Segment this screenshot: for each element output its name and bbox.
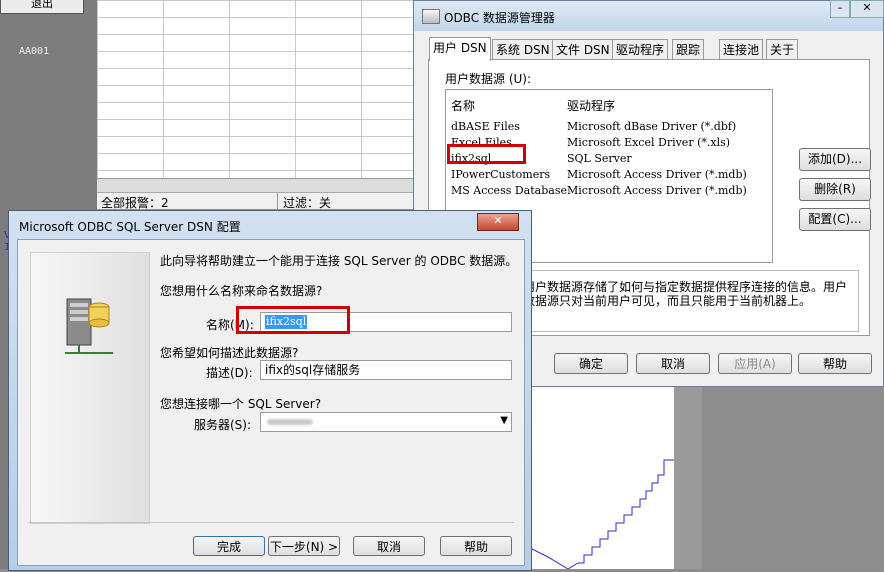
tab-about[interactable]: 关于 xyxy=(766,39,799,60)
help-button[interactable]: 帮助 xyxy=(798,353,872,374)
minimize-button[interactable]: – xyxy=(830,0,850,18)
dsn-driver: Microsoft Access Driver (*.mdb) xyxy=(567,168,747,181)
add-button[interactable]: 添加(D)... xyxy=(799,148,871,171)
tab-connection-pooling[interactable]: 连接池 xyxy=(719,39,764,60)
question-name: 您想用什么名称来命名数据源? xyxy=(160,284,323,298)
next-button[interactable]: 下一步(N) > xyxy=(268,536,340,556)
tab-system-dsn[interactable]: 系统 DSN xyxy=(492,39,554,60)
status-separator xyxy=(277,193,278,209)
trend-line-svg xyxy=(527,459,674,570)
ok-button[interactable]: 确定 xyxy=(554,353,628,374)
exit-button[interactable]: 退出 xyxy=(0,0,84,14)
info-text: 用户数据源存储了如何与指定数据提供程序连接的信息。用户数据源只对当前用户可见，而… xyxy=(523,280,848,308)
trend-line xyxy=(527,459,674,570)
button-separator xyxy=(28,522,514,523)
cancel-button[interactable]: 取消 xyxy=(636,353,710,374)
alarm-grid xyxy=(97,0,415,180)
dsn-driver: Microsoft Access Driver (*.mdb) xyxy=(567,184,747,197)
tab-user-dsn[interactable]: 用户 DSN xyxy=(429,37,491,61)
dsn-driver: Microsoft dBase Driver (*.dbf) xyxy=(567,120,737,133)
status-filter: 过滤：关 xyxy=(283,196,332,210)
alarm-grid-scrollbar[interactable] xyxy=(97,178,415,193)
tab-drivers[interactable]: 驱动程序 xyxy=(612,39,669,60)
database-server-icon xyxy=(65,298,113,354)
dsn-driver: Microsoft Excel Driver (*.xls) xyxy=(567,136,731,149)
dsn-name: dBASE Files xyxy=(451,120,520,133)
close-button[interactable]: ✕ xyxy=(477,213,519,231)
highlight-box-name xyxy=(236,306,350,334)
close-button[interactable]: ✕ xyxy=(850,0,884,18)
user-dsn-label: 用户数据源 (U): xyxy=(445,72,532,86)
sql-dialog-title: Microsoft ODBC SQL Server DSN 配置 xyxy=(19,220,241,234)
trend-chart xyxy=(527,385,674,570)
description-field-value: ifix的sql存储服务 xyxy=(265,363,361,377)
dsn-driver: SQL Server xyxy=(567,152,632,165)
apply-button[interactable]: 应用(A) xyxy=(718,353,792,374)
remove-button[interactable]: 删除(R) xyxy=(799,178,871,201)
odbc-app-icon xyxy=(422,9,440,24)
sql-dsn-dialog: Microsoft ODBC SQL Server DSN 配置 ✕ 此向导将帮… xyxy=(8,210,532,571)
dsn-name: IPowerCustomers xyxy=(451,168,551,181)
column-header-name[interactable]: 名称 xyxy=(451,97,475,114)
odbc-title: ODBC 数据源管理器 xyxy=(444,11,555,25)
finish-button[interactable]: 完成 xyxy=(193,536,265,556)
status-total-alarms: 全部报警：2 xyxy=(101,196,169,210)
sql-dialog-body: 此向导将帮助建立一个能用于连接 SQL Server 的 ODBC 数据源。 您… xyxy=(17,239,525,566)
description-field[interactable]: ifix的sql存储服务 xyxy=(260,360,512,380)
tab-tracing[interactable]: 跟踪 xyxy=(672,39,705,60)
chevron-down-icon[interactable]: ▼ xyxy=(500,415,508,426)
tab-file-dsn[interactable]: 文件 DSN xyxy=(552,39,614,60)
tag-label: AA001 xyxy=(19,46,50,57)
highlight-box-ifix2sql xyxy=(447,144,526,164)
question-description: 您希望如何描述此数据源? xyxy=(160,346,299,360)
dsn-name: MS Access Database xyxy=(451,184,567,197)
odbc-titlebar: ODBC 数据源管理器 – ✕ xyxy=(414,0,884,31)
help-button[interactable]: 帮助 xyxy=(440,536,512,556)
server-select[interactable]: ▼ xyxy=(260,412,512,432)
server-value-redacted xyxy=(267,419,313,425)
server-label: 服务器(S): xyxy=(194,418,252,432)
description-label: 描述(D): xyxy=(206,366,253,380)
configure-button[interactable]: 配置(C)... xyxy=(799,208,871,231)
column-header-driver[interactable]: 驱动程序 xyxy=(567,97,615,114)
alarm-status-bar: 全部报警：2 过滤：关 xyxy=(97,192,427,210)
cancel-button[interactable]: 取消 xyxy=(353,536,425,556)
wizard-image-panel xyxy=(30,252,150,524)
trend-side-panel xyxy=(674,385,702,569)
wizard-intro: 此向导将帮助建立一个能用于连接 SQL Server 的 ODBC 数据源。 xyxy=(160,254,518,268)
question-server: 您想连接哪一个 SQL Server? xyxy=(160,397,322,411)
